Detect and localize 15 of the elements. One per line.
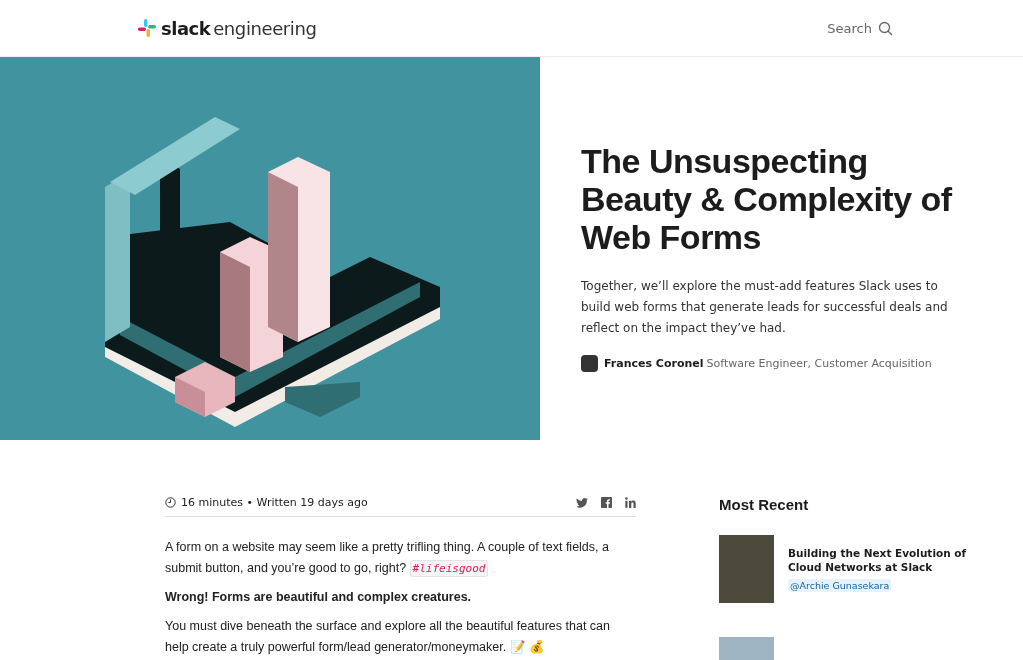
body-paragraph: A form on a website may seem like a pretty trifling thing. A couple of text fields, a submit button, and you’re good to go, right? #lifeisgood [165, 539, 610, 579]
body-paragraph: You must dive beneath the surface and explore all the beautiful features that can help create a truly powerful form/lead generator/moneymaker. 📝 💰 [165, 618, 611, 656]
article-title: The Unsuspecting Beauty & Complexity of Web Forms [581, 142, 953, 256]
bold-paragraph: Wrong! Forms are beautiful and complex creatures. [165, 589, 473, 606]
author-role: Software Engineer, Customer Acquisition [706, 357, 932, 370]
logo-wordmark[interactable]: slack [161, 17, 211, 39]
author-tag[interactable]: @Archie Gunasekara [788, 579, 892, 592]
inline-code: #lifeisgood [409, 560, 489, 577]
search-button[interactable]: Search [827, 20, 893, 36]
article-summary: Together, we’ll explore the must-add features Slack uses to build web forms that generate leads for successful deals and reflect on the impact they’ve had. [581, 278, 949, 337]
logo-subtitle[interactable]: engineering [213, 17, 317, 39]
most-recent-heading: Most Recent [719, 496, 810, 513]
reading-time-meta: 16 minutes • Written 19 days ago [181, 496, 368, 509]
post-title-link[interactable]: Building the Next Evolution of Cloud Networks at Slack [788, 546, 969, 574]
author-name[interactable]: Frances Coronel [604, 357, 704, 370]
